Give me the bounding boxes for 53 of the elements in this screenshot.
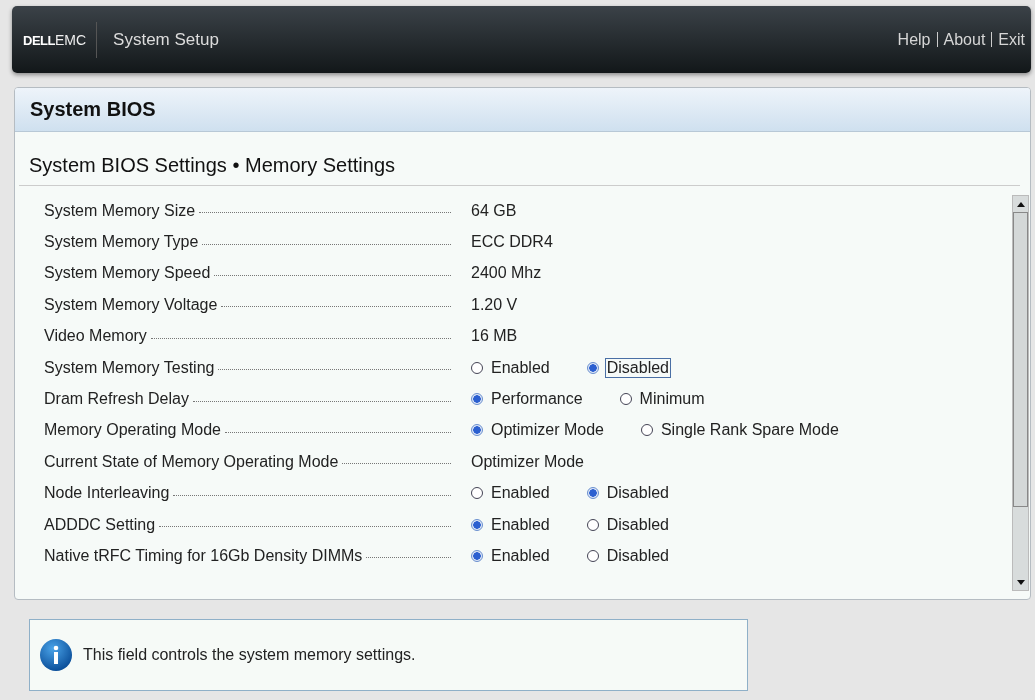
scrollbar[interactable]	[1012, 195, 1029, 591]
header-link[interactable]: Exit	[998, 30, 1025, 49]
radio-button[interactable]	[586, 550, 599, 562]
setting-label: System Memory Size	[44, 201, 196, 220]
radio-button[interactable]	[471, 518, 483, 531]
logo: DELLEMC	[23, 30, 87, 50]
setting-label: System Memory Speed	[44, 264, 211, 283]
app-title: System Setup	[113, 29, 219, 50]
setting-value: Optimizer Mode	[471, 452, 584, 471]
radio-button[interactable]	[471, 361, 483, 374]
option-label[interactable]: Disabled	[604, 357, 671, 378]
setting-label: System Memory Testing	[44, 358, 215, 377]
setting-label: Video Memory	[44, 327, 147, 346]
setting-label: Current State of Memory Operating Mode	[44, 452, 339, 471]
option-label[interactable]: Enabled	[489, 514, 552, 535]
setting-label: Node Interleaving	[44, 484, 170, 503]
scroll-thumb[interactable]	[1013, 212, 1028, 507]
radio-button[interactable]	[471, 393, 483, 406]
breadcrumb: System BIOS Settings • Memory Settings	[19, 154, 1020, 186]
option-label[interactable]: Enabled	[489, 357, 552, 378]
option-label[interactable]: Optimizer Mode	[489, 420, 606, 441]
info-icon	[39, 638, 73, 672]
setting-label: ADDDC Setting	[44, 515, 156, 534]
setting-value: 1.20 V	[471, 295, 518, 314]
setting-label: Memory Operating Mode	[44, 421, 221, 440]
radio-button[interactable]	[640, 424, 653, 437]
radio-button[interactable]	[471, 424, 483, 437]
option-label[interactable]: Minimum	[637, 389, 707, 410]
option-label[interactable]: Disabled	[604, 546, 671, 566]
header-link[interactable]: About	[943, 30, 986, 49]
setting-value: ECC DDR4	[471, 233, 553, 252]
setting-value: 64 GB	[471, 201, 517, 220]
help-text: This field controls the system memory settings.	[83, 646, 416, 664]
setting-label: Dram Refresh Delay	[44, 390, 189, 409]
radio-button[interactable]	[586, 361, 599, 374]
option-label[interactable]: Enabled	[489, 546, 552, 566]
radio-button[interactable]	[586, 518, 599, 531]
setting-value: 2400 Mhz	[471, 264, 542, 283]
radio-button[interactable]	[619, 393, 632, 406]
option-label[interactable]: Enabled	[489, 483, 552, 504]
option-label[interactable]: Performance	[489, 389, 585, 410]
setting-value: 16 MB	[471, 327, 518, 346]
page-title: System BIOS	[30, 98, 156, 121]
option-label[interactable]: Disabled	[604, 483, 671, 504]
radio-button[interactable]	[586, 487, 599, 500]
radio-button[interactable]	[471, 487, 483, 500]
setting-label: System Memory Type	[44, 233, 199, 252]
option-label[interactable]: Disabled	[604, 514, 671, 535]
option-label[interactable]: Single Rank Spare Mode	[658, 420, 841, 441]
radio-button[interactable]	[471, 550, 483, 562]
header-link[interactable]: Help	[897, 30, 931, 49]
setting-label: System Memory Voltage	[44, 295, 218, 314]
setting-label: Native tRFC Timing for 16Gb Density DIMMs	[44, 547, 363, 565]
